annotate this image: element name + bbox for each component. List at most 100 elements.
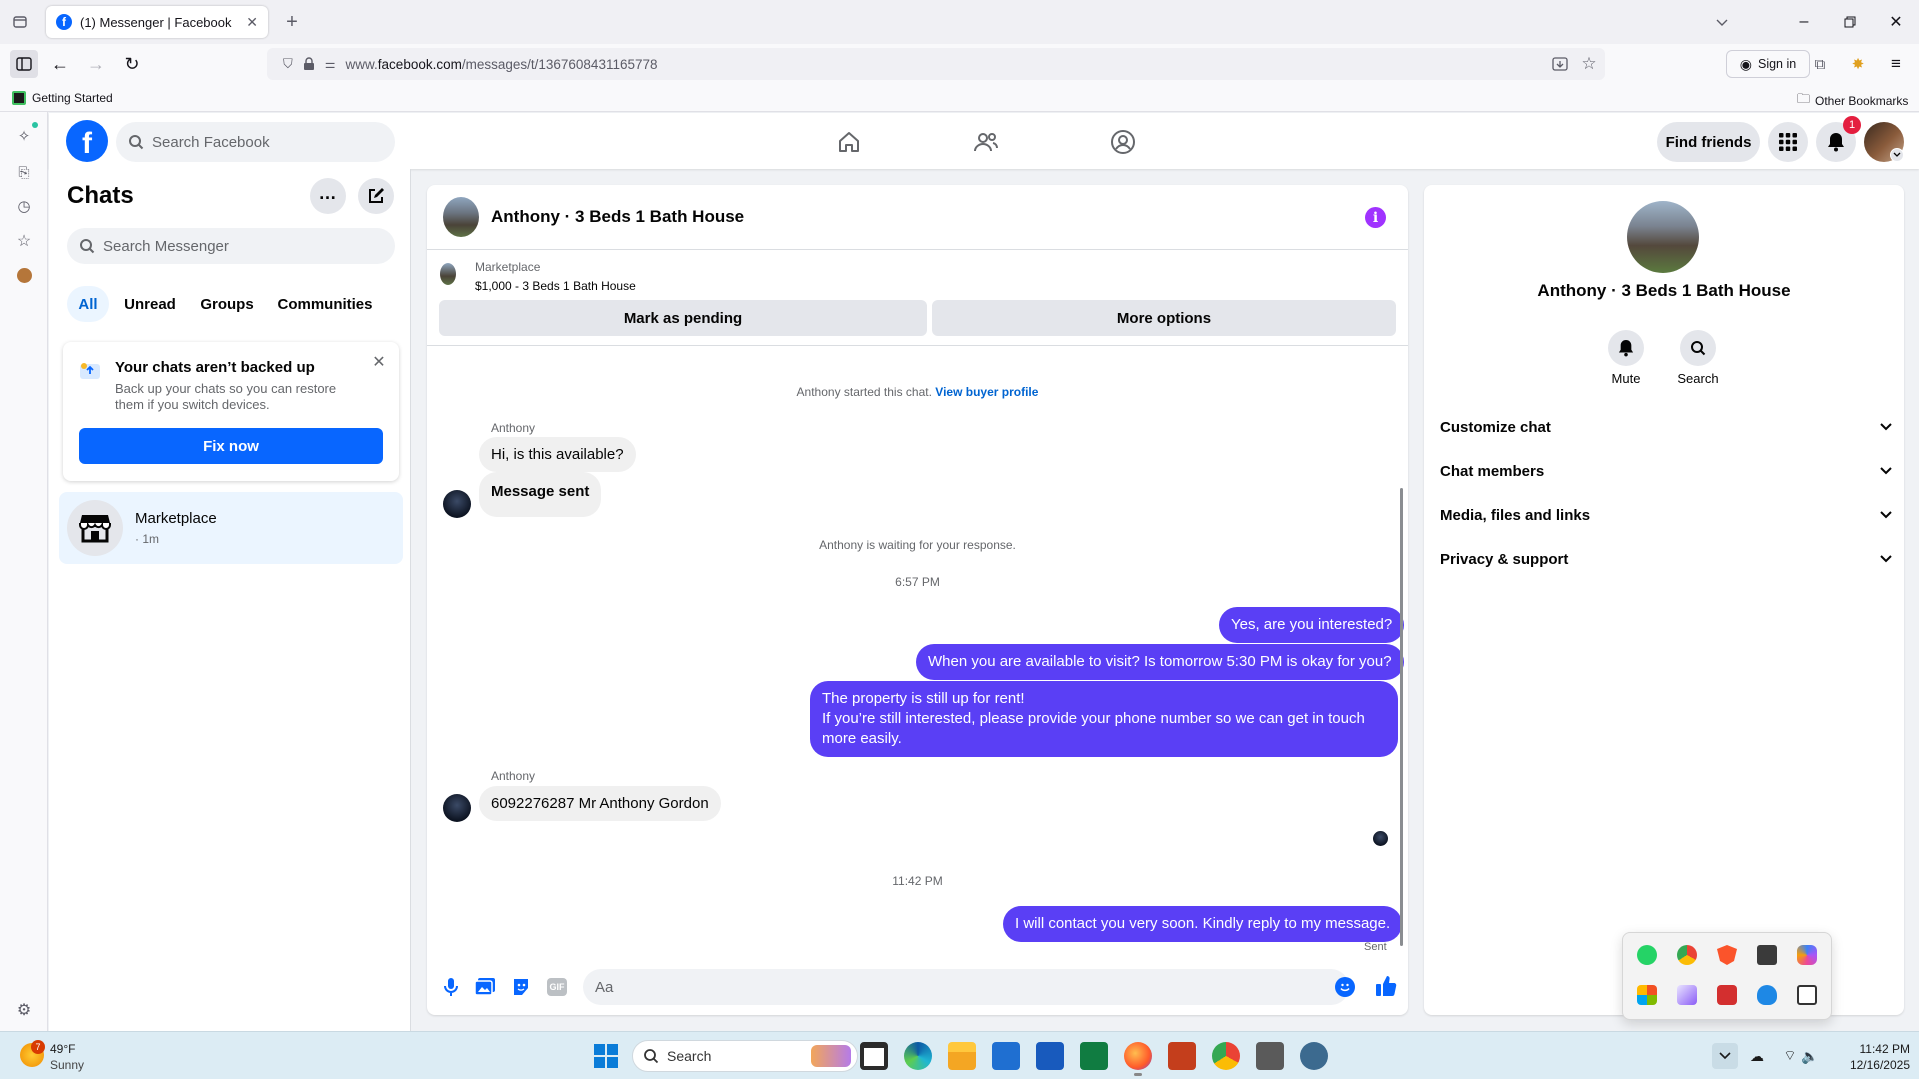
incoming-message[interactable]: Hi, is this available? (479, 437, 636, 472)
calculator-icon[interactable] (1256, 1042, 1284, 1070)
file-explorer-icon[interactable] (948, 1042, 976, 1070)
sender-avatar[interactable] (443, 794, 471, 822)
mute-label[interactable]: Mute (1596, 371, 1656, 386)
cloud-offline-icon[interactable]: ☁ (1747, 1047, 1767, 1065)
copilot-icon[interactable] (1797, 945, 1817, 965)
history-icon[interactable]: ◷ (14, 196, 34, 216)
excel-icon[interactable] (1080, 1042, 1108, 1070)
chat-options-more-icon[interactable]: … (310, 178, 346, 214)
facebook-logo-icon[interactable]: f (66, 120, 108, 162)
extension-puzzle-icon[interactable]: ✸ (1848, 54, 1868, 74)
menu-icon[interactable]: ≡ (1886, 54, 1906, 74)
listing-thumbnail[interactable] (440, 263, 456, 285)
tray-chevron-up-icon[interactable] (1712, 1043, 1738, 1069)
conversation-avatar[interactable] (443, 197, 479, 237)
photo-attach-icon[interactable] (475, 977, 495, 997)
volume-icon[interactable]: 🔈 (1800, 1047, 1820, 1065)
restore-icon[interactable] (1832, 8, 1868, 36)
microphone-icon[interactable] (441, 977, 461, 997)
reload-icon[interactable]: ↻ (120, 52, 144, 76)
message-composer-input[interactable]: Aa (583, 969, 1349, 1005)
bookmark-star-icon[interactable]: ☆ (1579, 54, 1599, 74)
mark-as-pending-button[interactable]: Mark as pending (439, 300, 927, 336)
account-chevron-icon[interactable] (1890, 148, 1904, 162)
sidebar-toggle-icon[interactable] (10, 50, 38, 78)
menu-grid-icon[interactable] (1768, 122, 1808, 162)
address-bar[interactable]: ⛉ ⚌ www.facebook.com/messages/t/13676084… (267, 48, 1605, 80)
tab-overflow-chevron-icon[interactable] (1704, 8, 1740, 36)
conversation-info-icon[interactable]: i (1365, 207, 1386, 228)
pen-tool-icon[interactable] (1677, 985, 1697, 1005)
customize-gear-icon[interactable]: ⚙ (14, 1000, 34, 1020)
close-card-icon[interactable]: ✕ (369, 352, 389, 372)
bookmark-getting-started[interactable]: Getting Started (12, 91, 113, 105)
listing-title[interactable]: $1,000 - 3 Beds 1 Bath House (475, 279, 636, 293)
download-page-icon[interactable] (1550, 54, 1570, 74)
acrobat-icon[interactable] (1717, 985, 1737, 1005)
taskbar-search-box[interactable]: Search (632, 1040, 858, 1072)
privacy-support-section[interactable]: Privacy & support (1440, 539, 1892, 579)
emoji-picker-icon[interactable] (1335, 977, 1355, 997)
search-in-conversation-icon[interactable] (1680, 330, 1716, 366)
windows-update-icon[interactable] (1637, 985, 1657, 1005)
outgoing-message[interactable]: When you are available to visit? Is tomo… (916, 644, 1404, 680)
weather-temp[interactable]: 49°F (50, 1042, 75, 1056)
gif-icon[interactable]: GIF (547, 978, 567, 996)
sticker-icon[interactable] (511, 977, 531, 997)
taskbar-clock-date[interactable]: 12/16/2025 (1830, 1058, 1910, 1072)
incoming-message[interactable]: 6092276287 Mr Anthony Gordon (479, 786, 721, 821)
close-window-icon[interactable]: ✕ (1878, 8, 1914, 36)
security-shield-icon[interactable] (1757, 985, 1777, 1005)
back-icon[interactable]: ← (48, 52, 72, 76)
conversation-title[interactable]: Anthony · 3 Beds 1 Bath House (491, 207, 744, 227)
search-label[interactable]: Search (1668, 371, 1728, 386)
mute-bell-icon[interactable] (1608, 330, 1644, 366)
forward-icon[interactable]: → (84, 52, 108, 76)
groups-icon[interactable] (1108, 127, 1138, 157)
browser-tab-messenger[interactable]: f (1) Messenger | Facebook ✕ (46, 6, 268, 38)
other-bookmarks[interactable]: 🗀 Other Bookmarks (1797, 90, 1908, 112)
weather-desc[interactable]: Sunny (50, 1058, 84, 1072)
safely-remove-icon[interactable] (1797, 985, 1817, 1005)
task-view-icon[interactable] (860, 1042, 888, 1070)
cookie-extension-icon[interactable] (17, 268, 32, 283)
minimize-icon[interactable]: – (1786, 8, 1822, 36)
firefox-icon[interactable] (1124, 1042, 1152, 1070)
like-thumbs-up-icon[interactable] (1374, 974, 1398, 998)
filter-unread-tab[interactable]: Unread (117, 286, 183, 322)
filter-groups-tab[interactable]: Groups (193, 286, 261, 322)
powerpoint-icon[interactable] (1168, 1042, 1196, 1070)
app-icon[interactable] (1300, 1042, 1328, 1070)
bookmarks-star-icon[interactable]: ☆ (14, 231, 34, 251)
chrome-tray-icon[interactable] (1677, 945, 1697, 965)
filter-communities-tab[interactable]: Communities (271, 286, 379, 322)
edge-icon[interactable] (904, 1042, 932, 1070)
media-files-links-section[interactable]: Media, files and links (1440, 495, 1892, 535)
fix-now-button[interactable]: Fix now (79, 428, 383, 464)
home-icon[interactable] (834, 127, 864, 157)
synced-tabs-icon[interactable]: ⎘ (14, 162, 34, 182)
facebook-search-input[interactable]: Search Facebook (116, 122, 395, 162)
outgoing-message[interactable]: I will contact you very soon. Kindly rep… (1003, 906, 1403, 942)
find-friends-button[interactable]: Find friends (1657, 122, 1760, 162)
more-options-button[interactable]: More options (932, 300, 1396, 336)
whatsapp-icon[interactable] (1637, 945, 1657, 965)
shield-icon[interactable]: ⛉ (283, 56, 293, 72)
ai-chatbot-icon[interactable]: ✧ (14, 126, 34, 146)
sender-avatar[interactable] (443, 490, 471, 518)
view-buyer-profile-link[interactable]: View buyer profile (935, 385, 1038, 399)
new-tab-icon[interactable]: + (280, 10, 304, 34)
chat-members-section[interactable]: Chat members (1440, 451, 1892, 491)
search-messenger-input[interactable]: Search Messenger (67, 228, 395, 264)
outgoing-message[interactable]: The property is still up for rent! If yo… (810, 681, 1398, 757)
chrome-icon[interactable] (1212, 1042, 1240, 1070)
incoming-message-sent-card[interactable]: Message sent (479, 472, 602, 517)
windows-start-icon[interactable] (594, 1044, 618, 1068)
word-icon[interactable] (1036, 1042, 1064, 1070)
new-message-compose-icon[interactable] (358, 178, 394, 214)
taskbar-clock-time[interactable]: 11:42 PM (1830, 1042, 1910, 1056)
extensions-icon[interactable]: ⧉ (1810, 54, 1830, 74)
close-tab-icon[interactable]: ✕ (246, 14, 258, 31)
microsoft-store-icon[interactable] (992, 1042, 1020, 1070)
tab-list-icon[interactable] (8, 10, 32, 34)
